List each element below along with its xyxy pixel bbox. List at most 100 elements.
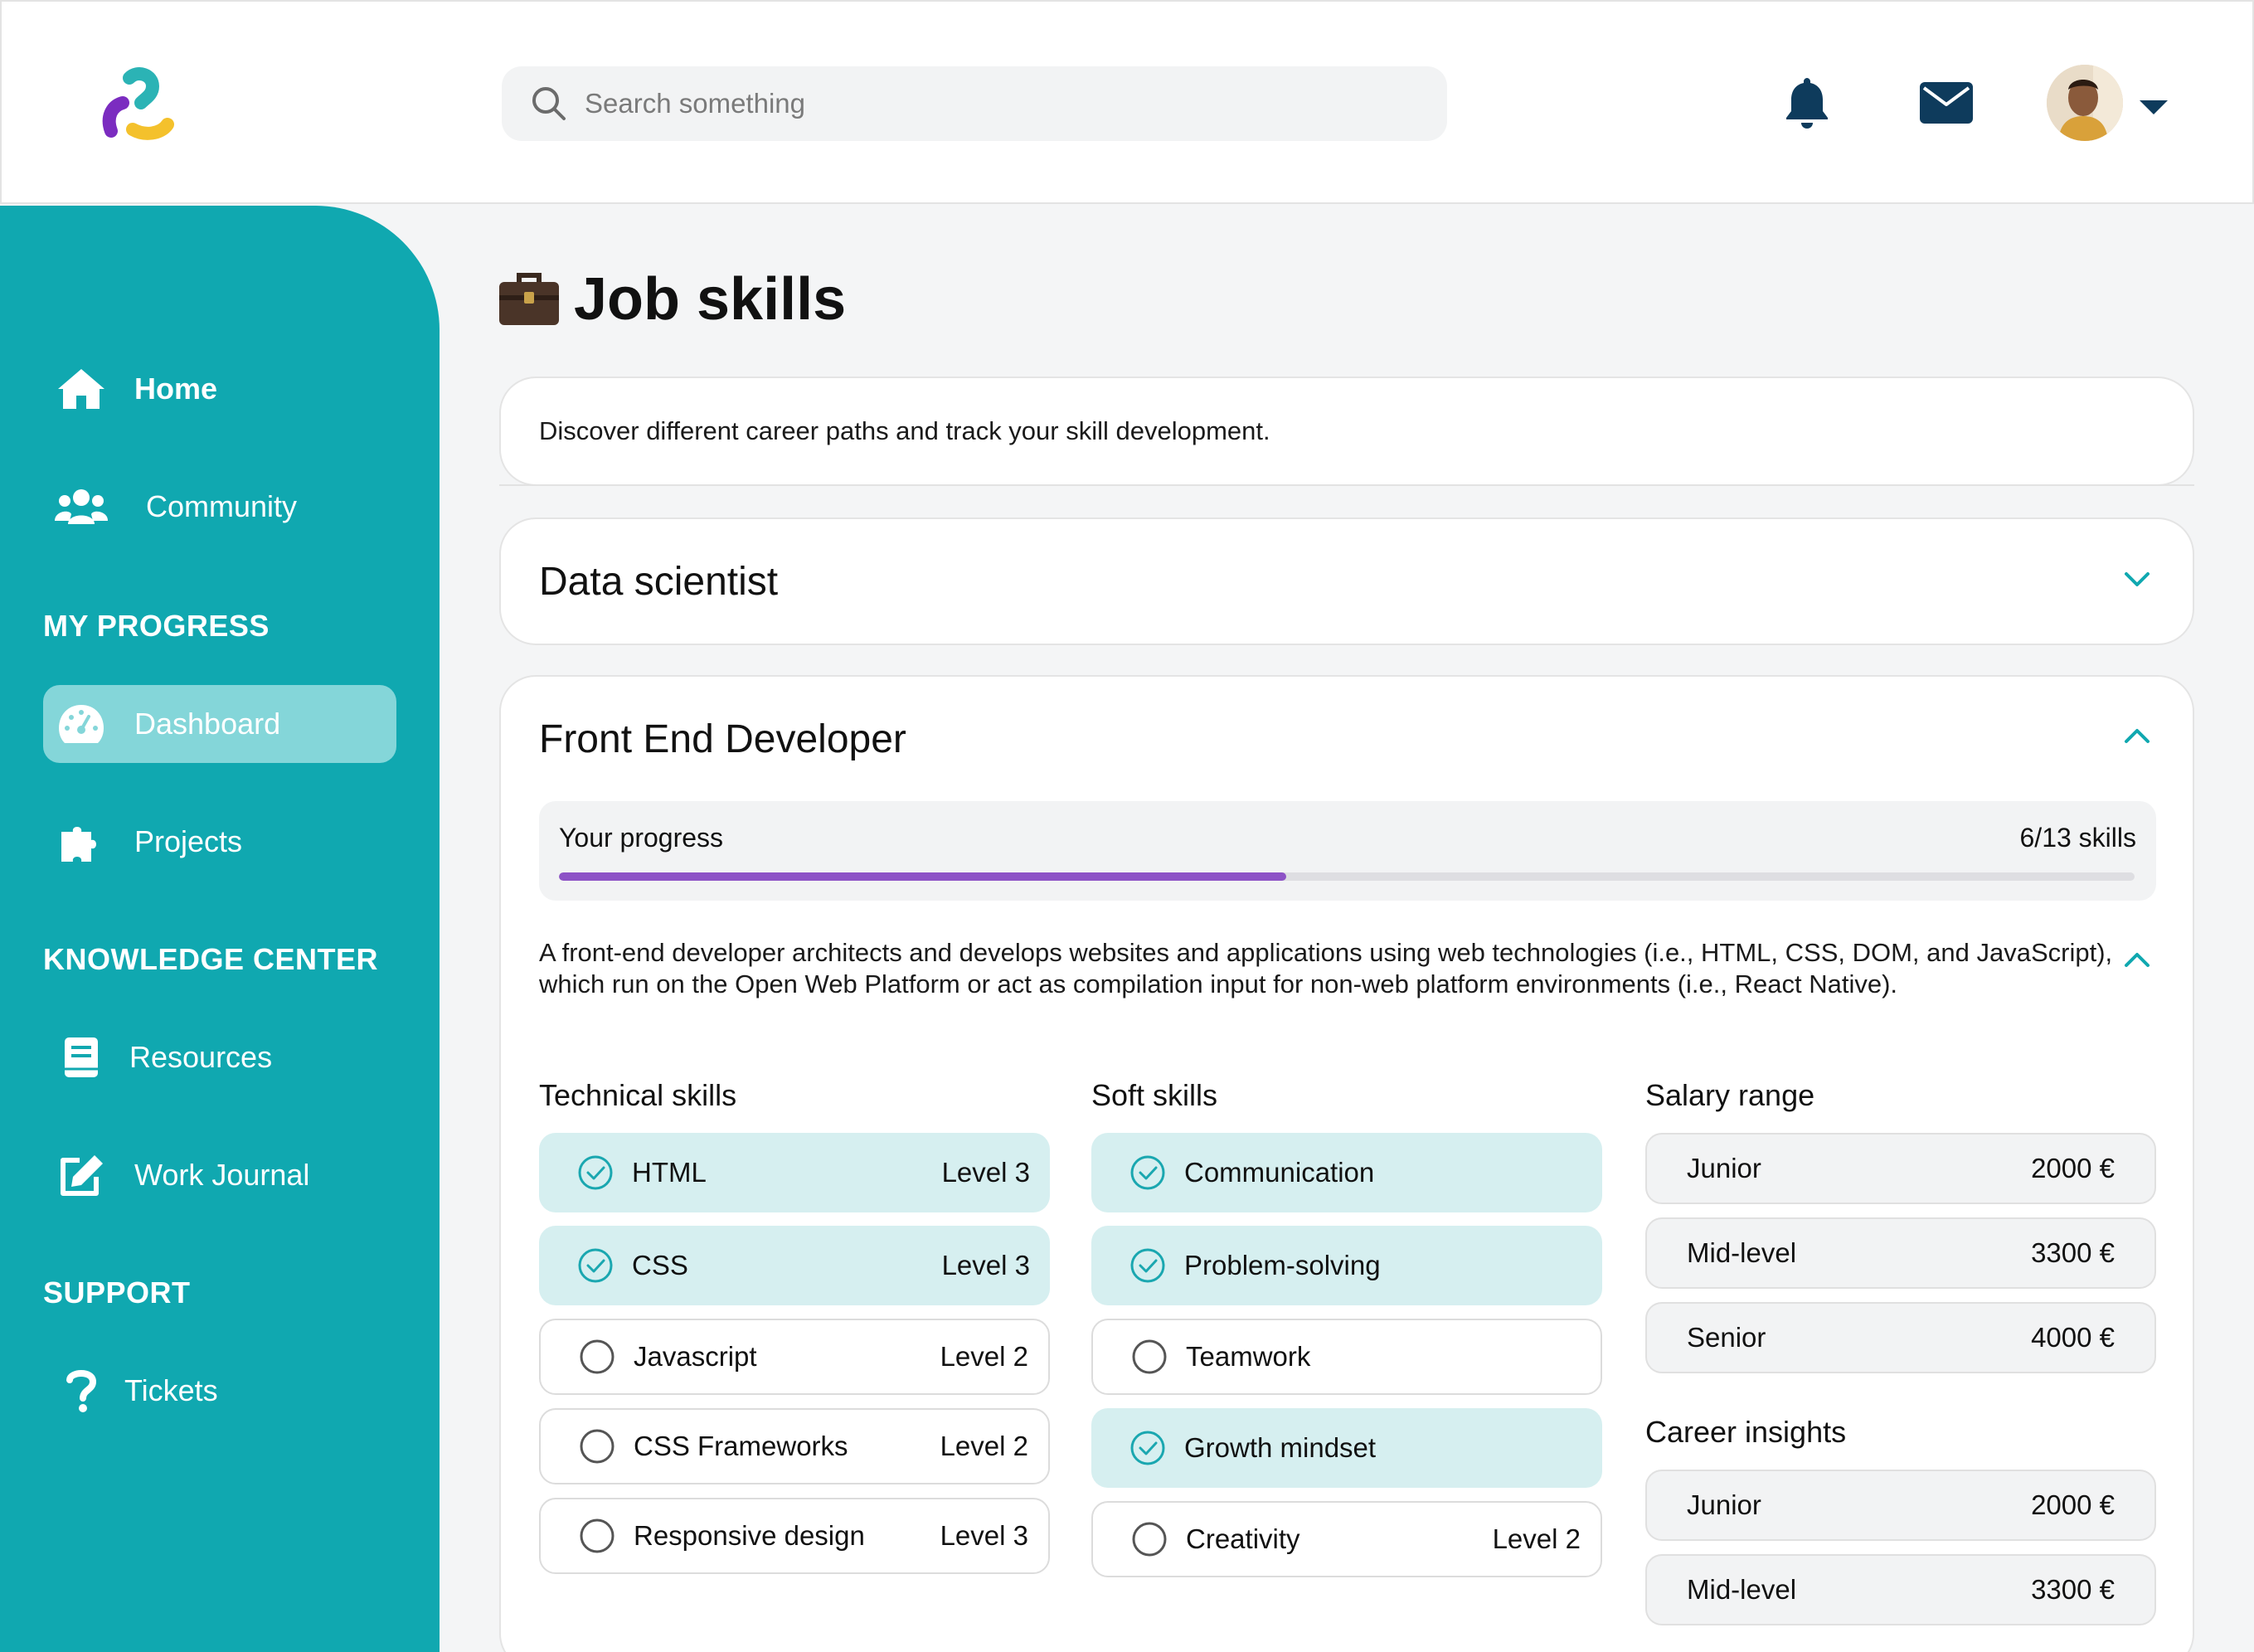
page-title: Job skills: [498, 262, 846, 337]
technical-skills-title: Technical skills: [539, 1078, 737, 1112]
salary-amount: 2000 €: [2031, 1153, 2115, 1183]
progress-label: Your progress: [559, 823, 724, 853]
skill-row[interactable]: Problem-solving: [1091, 1226, 1602, 1305]
progress-bar: [559, 872, 2135, 881]
skill-name: Growth mindset: [1184, 1432, 1377, 1463]
salary-role: Senior: [1687, 1322, 1766, 1353]
skill-row[interactable]: CSS Frameworks Level 2: [539, 1408, 1050, 1484]
user-avatar[interactable]: [2047, 65, 2123, 141]
intro-text: Discover different career paths and trac…: [539, 416, 1270, 445]
mail-icon[interactable]: [1919, 81, 1974, 124]
chevron-down-icon[interactable]: [2123, 571, 2151, 589]
check-circle-icon[interactable]: [1129, 1430, 1166, 1466]
chevron-down-icon[interactable]: [2138, 98, 2169, 116]
salary-amount: 3300 €: [2031, 1574, 2115, 1605]
skill-level: Level 3: [940, 1520, 1028, 1551]
chevron-up-icon[interactable]: [2123, 726, 2151, 745]
skill-row[interactable]: Growth mindset: [1091, 1408, 1602, 1488]
sidebar-item-home[interactable]: Home: [43, 350, 396, 428]
salary-amount: 3300 €: [2031, 1237, 2115, 1268]
question-icon: [55, 1368, 108, 1414]
briefcase-icon: [499, 273, 559, 325]
skill-name: Teamwork: [1186, 1341, 1311, 1372]
sidebar-item-label: Projects: [134, 824, 243, 858]
sidebar-item-dashboard[interactable]: Dashboard: [43, 685, 396, 763]
career-card-data-scientist[interactable]: Data scientist: [499, 517, 2194, 645]
career-title: Data scientist: [539, 560, 779, 604]
page-title-text: Job skills: [574, 266, 847, 333]
sidebar-item-resources[interactable]: Resources: [43, 1018, 396, 1096]
skill-row[interactable]: HTML Level 3: [539, 1133, 1050, 1212]
salary-row: Senior 4000 €: [1645, 1302, 2156, 1373]
skill-level: Level 2: [940, 1341, 1028, 1372]
check-circle-icon[interactable]: [577, 1247, 614, 1284]
sidebar-item-projects[interactable]: Projects: [43, 803, 396, 881]
skill-name: Problem-solving: [1184, 1250, 1381, 1280]
section-title-my-progress: MY PROGRESS: [43, 609, 270, 643]
sidebar-item-label: Home: [134, 372, 218, 406]
section-title-knowledge-center: KNOWLEDGE CENTER: [43, 942, 378, 976]
skill-row[interactable]: CSS Level 3: [539, 1226, 1050, 1305]
skill-level: Level 2: [940, 1431, 1028, 1461]
salary-role: Mid-level: [1687, 1574, 1797, 1605]
empty-circle-icon[interactable]: [579, 1339, 615, 1375]
empty-circle-icon[interactable]: [1131, 1521, 1168, 1557]
skill-name: Responsive design: [634, 1520, 865, 1551]
sidebar-item-label: Tickets: [124, 1373, 218, 1407]
empty-circle-icon[interactable]: [1131, 1339, 1168, 1375]
search-input[interactable]: [585, 78, 1414, 129]
salary-row: Junior 2000 €: [1645, 1133, 2156, 1204]
skill-row[interactable]: Creativity Level 2: [1091, 1501, 1602, 1577]
puzzle-icon: [55, 819, 108, 865]
skill-row[interactable]: Communication: [1091, 1133, 1602, 1212]
search-icon: [532, 87, 566, 120]
sidebar: Home Community MY PROGRESS Dashboard Pro…: [0, 206, 440, 1652]
skill-name: Communication: [1184, 1157, 1375, 1188]
salary-amount: 2000 €: [2031, 1489, 2115, 1520]
app-logo[interactable]: [93, 66, 176, 146]
career-description: A front-end developer architects and dev…: [539, 938, 2113, 998]
sidebar-item-community[interactable]: Community: [43, 468, 396, 546]
salary-row: Junior 2000 €: [1645, 1470, 2156, 1541]
divider: [499, 484, 2194, 486]
empty-circle-icon[interactable]: [579, 1428, 615, 1465]
book-icon: [55, 1034, 108, 1081]
career-title: Front End Developer: [539, 717, 906, 761]
skill-level: Level 3: [941, 1157, 1030, 1188]
skill-name: HTML: [632, 1157, 707, 1188]
edit-icon: [55, 1152, 108, 1198]
skill-row[interactable]: Teamwork: [1091, 1319, 1602, 1395]
salary-range-title: Salary range: [1645, 1078, 1815, 1112]
avatar-photo: [2047, 65, 2123, 141]
skill-name: CSS: [632, 1250, 688, 1280]
search-bar[interactable]: [502, 66, 1447, 141]
salary-row: Mid-level 3300 €: [1645, 1554, 2156, 1625]
section-title-support: SUPPORT: [43, 1275, 191, 1309]
collapse-description-icon[interactable]: [2123, 950, 2151, 969]
users-icon: [55, 483, 108, 530]
progress-count: 6/13 skills: [2019, 823, 2137, 853]
career-insights-title: Career insights: [1645, 1415, 1847, 1449]
sidebar-item-work-journal[interactable]: Work Journal: [43, 1136, 396, 1214]
skill-row[interactable]: Responsive design Level 3: [539, 1498, 1050, 1574]
top-header: [0, 0, 2254, 204]
check-circle-icon[interactable]: [577, 1154, 614, 1191]
salary-amount: 4000 €: [2031, 1322, 2115, 1353]
salary-row: Mid-level 3300 €: [1645, 1217, 2156, 1289]
sidebar-item-label: Community: [146, 489, 298, 523]
notification-bell-icon[interactable]: [1783, 75, 1831, 129]
sidebar-item-label: Work Journal: [134, 1158, 310, 1192]
skill-row[interactable]: Javascript Level 2: [539, 1319, 1050, 1395]
sidebar-item-label: Resources: [129, 1040, 273, 1074]
empty-circle-icon[interactable]: [579, 1518, 615, 1554]
sidebar-item-tickets[interactable]: Tickets: [43, 1352, 396, 1430]
salary-role: Mid-level: [1687, 1237, 1797, 1268]
skill-level: Level 3: [941, 1250, 1030, 1280]
dashboard-gauge-icon: [55, 701, 108, 747]
home-icon: [55, 366, 108, 412]
progress-box: Your progress 6/13 skills: [539, 801, 2156, 901]
skill-name: CSS Frameworks: [634, 1431, 848, 1461]
check-circle-icon[interactable]: [1129, 1247, 1166, 1284]
soft-skills-title: Soft skills: [1091, 1078, 1218, 1112]
check-circle-icon[interactable]: [1129, 1154, 1166, 1191]
